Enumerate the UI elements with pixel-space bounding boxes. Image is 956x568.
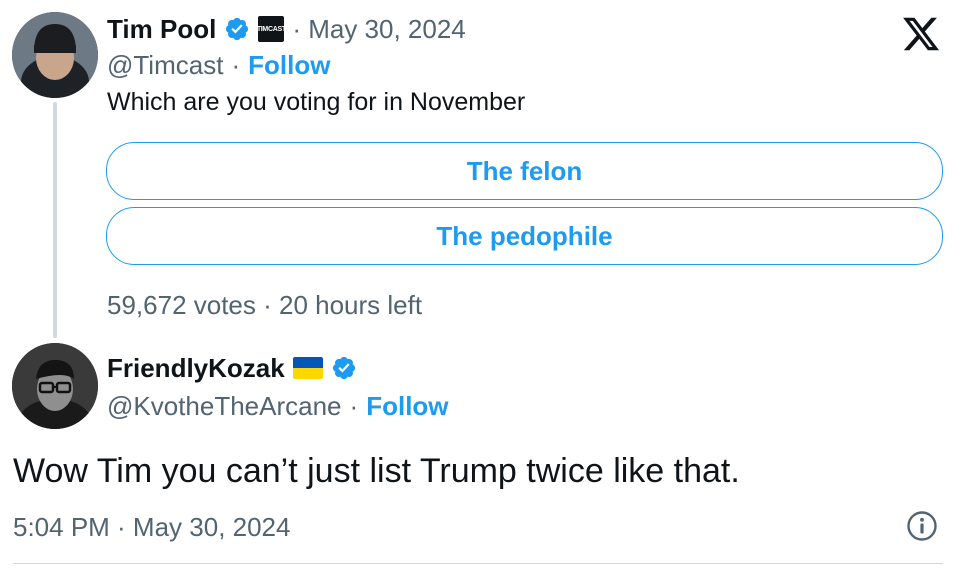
reply-timestamp[interactable]: 5:04 PM · May 30, 2024	[13, 512, 290, 543]
reply-author-avatar[interactable]	[12, 343, 98, 429]
poll-footer: 59,672 votes · 20 hours left	[107, 290, 423, 320]
x-logo-icon[interactable]	[900, 14, 942, 54]
author-avatar-image	[12, 12, 98, 98]
bottom-divider	[13, 563, 943, 564]
poll-option-2-label: The pedophile	[436, 220, 613, 251]
author-handle-row: @Timcast · Follow	[107, 50, 330, 81]
tweet-text: Which are you voting for in November	[107, 88, 526, 116]
reply-author-name[interactable]: FriendlyKozak	[107, 353, 285, 384]
reply-header: FriendlyKozak	[107, 351, 357, 385]
verified-badge-icon	[332, 356, 355, 380]
reply-author-handle[interactable]: @KvotheTheArcane	[107, 391, 342, 422]
reply-follow-button[interactable]: Follow	[366, 391, 448, 422]
verified-badge-icon	[226, 17, 249, 41]
info-icon[interactable]	[906, 510, 938, 542]
author-name[interactable]: Tim Pool	[107, 14, 216, 45]
reply-text: Wow Tim you can’t just list Trump twice …	[13, 452, 740, 490]
thread-connector	[53, 102, 57, 338]
poll-option-1-label: The felon	[466, 155, 583, 186]
author-avatar[interactable]	[12, 12, 98, 98]
ukraine-flag-icon	[292, 357, 323, 379]
tweet-header: Tim Pool TIMCAST · May 30, 2024	[107, 12, 466, 46]
poll-option-2[interactable]: The pedophile	[106, 207, 943, 265]
affiliate-badge-text: TIMCAST	[256, 25, 286, 33]
tweet-date[interactable]: · May 30, 2024	[292, 14, 465, 45]
author-handle[interactable]: @Timcast	[107, 50, 223, 81]
reply-handle-row: @KvotheTheArcane · Follow	[107, 391, 449, 422]
affiliate-badge[interactable]: TIMCAST	[256, 16, 286, 42]
handle-separator: ·	[231, 50, 241, 80]
follow-button[interactable]: Follow	[248, 50, 330, 81]
reply-avatar-image	[12, 343, 98, 429]
reply-handle-separator: ·	[349, 391, 359, 421]
poll-option-1[interactable]: The felon	[106, 142, 943, 200]
